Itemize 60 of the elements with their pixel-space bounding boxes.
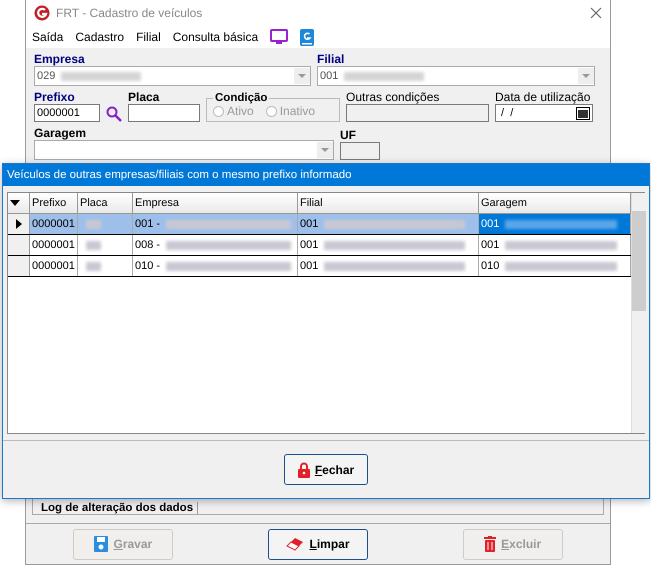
app-logo-icon xyxy=(34,5,50,21)
dialog-title: Veículos de outras empresas/filiais com o mesmo prefixo informado xyxy=(3,164,649,186)
field-label: Outras condições xyxy=(346,90,440,104)
book-icon[interactable] xyxy=(300,28,314,46)
table-cell: 001 xyxy=(298,256,479,276)
table-cell xyxy=(78,214,133,234)
column-header[interactable]: Prefixo xyxy=(30,193,78,213)
log-tab[interactable]: Log de alteração dos dados xyxy=(37,502,198,514)
table-cell: 001 - xyxy=(133,214,298,234)
column-menu-button[interactable] xyxy=(8,193,30,213)
outras-condicoes-field[interactable] xyxy=(346,104,489,122)
placa-field[interactable] xyxy=(128,104,200,122)
field-label: Filial xyxy=(317,52,346,66)
column-header[interactable]: Filial xyxy=(298,193,479,213)
empresa-combo[interactable]: 029 xyxy=(34,66,311,86)
table-cell: 010 - xyxy=(133,256,298,276)
combo-value: 001 xyxy=(320,70,338,82)
menu-item[interactable]: Saída xyxy=(32,30,64,44)
row-indicator[interactable] xyxy=(8,214,30,234)
field-label: Data de utilização xyxy=(495,90,592,104)
trash-icon xyxy=(484,536,496,552)
table-cell: 0000001 xyxy=(30,214,78,234)
table-cell: 008 - xyxy=(133,235,298,255)
window-title: FRT - Cadastro de veículos xyxy=(56,6,204,20)
table-cell: 001 xyxy=(298,214,479,234)
date-field[interactable]: / / xyxy=(495,104,593,122)
row-pointer-icon xyxy=(16,219,22,229)
field-label: Prefixo xyxy=(34,90,76,104)
padlock-icon xyxy=(298,462,310,478)
eraser-icon xyxy=(286,537,304,551)
column-header[interactable]: Empresa xyxy=(133,193,298,213)
close-icon[interactable] xyxy=(590,7,602,19)
table-cell: 010 xyxy=(479,256,631,276)
search-icon[interactable] xyxy=(106,106,122,122)
group-label: Condição xyxy=(214,92,268,104)
column-header[interactable]: Garagem xyxy=(479,193,631,213)
menu-item[interactable]: Filial xyxy=(136,30,161,44)
table-cell: 001 xyxy=(298,235,479,255)
column-header[interactable]: Placa xyxy=(78,193,133,213)
monitor-icon[interactable] xyxy=(270,29,288,45)
field-label: UF xyxy=(340,128,357,142)
table-cell: 0000001 xyxy=(30,256,78,276)
prefixo-field[interactable]: 0000001 xyxy=(34,104,100,122)
table-cell: 001 xyxy=(479,214,631,234)
uf-field[interactable] xyxy=(340,142,380,160)
field-label: Placa xyxy=(128,90,160,104)
table-cell: 001 xyxy=(479,235,631,255)
calendar-icon[interactable] xyxy=(576,106,590,120)
garagem-combo[interactable] xyxy=(34,140,334,160)
menu-item[interactable]: Cadastro xyxy=(75,30,124,44)
field-label: Empresa xyxy=(34,52,86,66)
action-button[interactable]: Limpar xyxy=(268,528,368,560)
caret-icon xyxy=(10,200,20,206)
scrollbar[interactable] xyxy=(631,193,646,433)
filial-combo[interactable]: 001 xyxy=(317,66,595,86)
field-label: Garagem xyxy=(34,126,88,140)
combo-value: 029 xyxy=(37,70,56,82)
menu-item[interactable]: Consulta básica xyxy=(172,30,258,44)
close-button[interactable]: Fechar xyxy=(284,454,368,485)
table-cell: 0000001 xyxy=(30,235,78,255)
